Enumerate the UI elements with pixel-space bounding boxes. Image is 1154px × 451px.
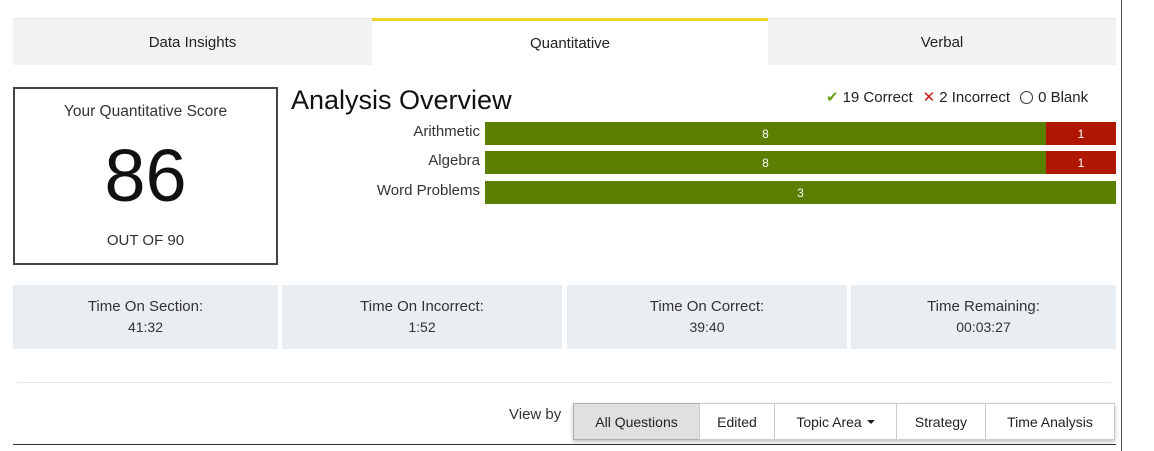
score-out-of: OUT OF 90 (106, 232, 185, 249)
topic-bar: 3 (485, 181, 1116, 204)
topic-bar: 8 1 (485, 122, 1116, 145)
circle-icon (1020, 90, 1034, 104)
stat-value: 41:32 (127, 319, 164, 335)
legend-correct-label: 19 Correct (842, 88, 913, 106)
stat-value: 39:40 (689, 319, 725, 335)
stat-value: 1:52 (408, 319, 436, 335)
section-tabs: Data Insights Quantitative Verbal (13, 18, 1116, 65)
stat-label: Time Remaining: (927, 298, 1040, 315)
topic-row-arithmetic: Arithmetic 8 1 (290, 120, 1116, 145)
time-on-correct: Time On Correct: 39:40 (567, 285, 847, 349)
tab-verbal[interactable]: Verbal (768, 18, 1116, 65)
check-icon: ✔ (826, 89, 839, 106)
tab-data-insights[interactable]: Data Insights (13, 18, 372, 65)
stat-label: Time On Incorrect: (360, 298, 484, 315)
view-by-label: View by (509, 406, 562, 423)
tab-label: Verbal (920, 33, 964, 51)
time-analysis-button[interactable]: Time Analysis (985, 403, 1115, 440)
correct-segment: 3 (485, 181, 1116, 204)
topic-label: Arithmetic (413, 123, 480, 140)
topic-row-word-problems: Word Problems 3 (290, 179, 1116, 204)
correct-segment: 8 (485, 122, 1046, 145)
legend-incorrect-label: 2 Incorrect (939, 88, 1011, 106)
score-value: 86 (104, 134, 187, 217)
results-legend: ✔ 19 Correct ✕ 2 Incorrect 0 Blank (826, 88, 1118, 107)
topic-bar: 8 1 (485, 151, 1116, 174)
all-questions-button[interactable]: All Questions (573, 403, 700, 440)
button-label: Edited (717, 413, 757, 430)
analysis-title: Analysis Overview (291, 85, 512, 115)
section-divider (18, 382, 1110, 383)
table-top-border (13, 444, 1116, 445)
topic-label: Algebra (428, 152, 480, 169)
caret-down-icon (866, 419, 875, 424)
tab-label: Quantitative (529, 34, 611, 52)
legend-blank: 0 Blank (1020, 89, 1088, 106)
incorrect-segment: 1 (1046, 151, 1116, 174)
legend-correct: ✔ 19 Correct (826, 88, 913, 107)
time-on-section: Time On Section: 41:32 (13, 285, 278, 349)
stat-label: Time On Correct: (649, 298, 765, 315)
edited-button[interactable]: Edited (699, 403, 775, 440)
tab-label: Data Insights (148, 33, 237, 51)
button-label: Time Analysis (1007, 413, 1093, 430)
tab-quantitative[interactable]: Quantitative (372, 18, 768, 65)
cross-icon: ✕ (922, 89, 936, 106)
correct-segment: 8 (485, 151, 1046, 174)
button-label: All Questions (595, 413, 678, 430)
time-on-incorrect: Time On Incorrect: 1:52 (282, 285, 562, 349)
topic-label: Word Problems (376, 182, 480, 199)
content-right-border (1121, 0, 1122, 451)
stat-label: Time On Section: (87, 298, 204, 315)
time-remaining: Time Remaining: 00:03:27 (851, 285, 1116, 349)
view-by-button-group: All Questions Edited Topic Area Strategy… (573, 403, 1115, 440)
topic-row-algebra: Algebra 8 1 (290, 149, 1116, 174)
strategy-button[interactable]: Strategy (896, 403, 986, 440)
topic-area-dropdown[interactable]: Topic Area (774, 403, 897, 440)
button-label: Strategy (914, 413, 968, 430)
incorrect-segment: 1 (1046, 122, 1116, 145)
legend-incorrect: ✕ 2 Incorrect (922, 88, 1011, 107)
button-label: Topic Area (796, 413, 862, 430)
legend-blank-label: 0 Blank (1038, 88, 1089, 106)
stat-value: 00:03:27 (956, 319, 1011, 335)
score-card: Your Quantitative Score 86 OUT OF 90 (13, 87, 278, 265)
score-label: Your Quantitative Score (63, 103, 228, 120)
